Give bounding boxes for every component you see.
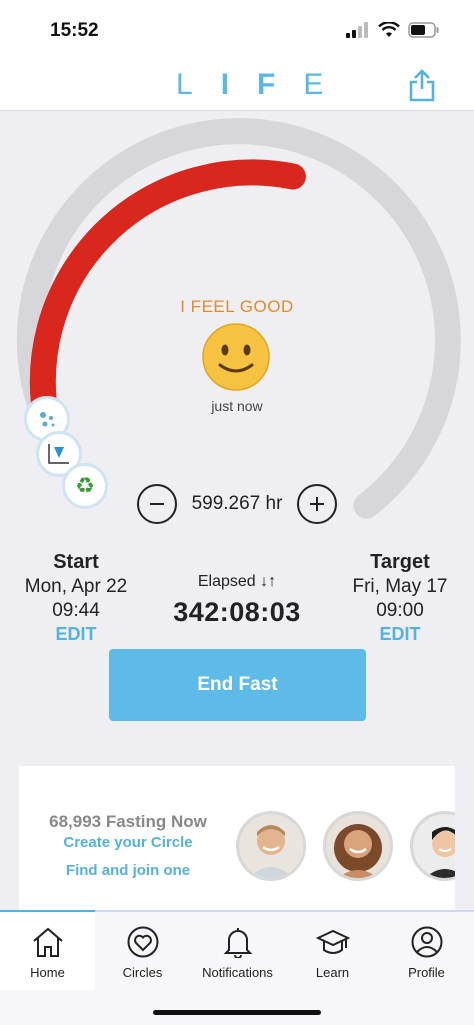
share-button[interactable]: [408, 68, 436, 102]
person-circle-icon: [411, 926, 442, 958]
signal-icon: [346, 22, 368, 38]
status-bar: 15:52: [0, 0, 474, 60]
start-column: Start Mon, Apr 22 09:44 EDIT: [14, 551, 138, 645]
logo-letter: E: [303, 68, 326, 101]
share-icon: [409, 69, 435, 102]
mood-timestamp: just now: [211, 398, 263, 414]
target-label: Target: [370, 551, 430, 573]
cells-icon: [40, 412, 55, 427]
target-time: 09:00: [376, 600, 424, 621]
bell-icon: [223, 928, 252, 959]
create-circle-link[interactable]: Create your Circle: [33, 834, 223, 851]
avatar-progress-ring: [326, 814, 390, 878]
chart-drop-icon: [48, 444, 69, 464]
tab-notifications[interactable]: Notifications: [190, 912, 285, 990]
start-time: 09:44: [52, 600, 100, 621]
avatar-progress-ring: [239, 814, 303, 878]
home-indicator: [153, 1010, 321, 1015]
target-column: Target Fri, May 17 09:00 EDIT: [338, 551, 462, 645]
tab-circles[interactable]: Circles: [95, 912, 190, 990]
hours-value: 599.267 hr: [191, 493, 283, 514]
tab-label: Learn: [315, 965, 350, 980]
elapsed-value: 342:08:03: [173, 597, 301, 627]
home-icon: [32, 927, 63, 957]
status-time: 15:52: [50, 20, 99, 41]
recycle-icon: ♻: [75, 473, 95, 498]
find-circle-link[interactable]: Find and join one: [33, 862, 223, 879]
fasting-timer-panel: ♻ I FEEL GOOD just now 599.267 hr Start …: [0, 110, 474, 911]
logo-letter: I: [220, 68, 232, 101]
end-fast-button[interactable]: End Fast: [109, 649, 366, 721]
wifi-icon: [378, 22, 400, 37]
target-date: Fri, May 17: [352, 576, 448, 597]
avatar[interactable]: [236, 811, 306, 881]
avatar-progress-ring: [413, 814, 455, 878]
logo-letter: L: [176, 68, 195, 101]
tab-learn[interactable]: Learn: [285, 912, 380, 990]
avatar[interactable]: [323, 811, 393, 881]
app-logo: L I F E: [176, 68, 325, 102]
slightly-smiling-face-icon[interactable]: [200, 321, 272, 393]
heart-circle-icon: [127, 926, 158, 958]
start-label: Start: [53, 551, 99, 573]
tab-home[interactable]: Home: [0, 912, 95, 990]
status-icons: [346, 22, 440, 38]
minus-icon: [150, 503, 164, 505]
tab-bar: Home Circles Notifications Learn Profile: [0, 910, 474, 1025]
tab-label: Notifications: [202, 965, 273, 980]
milestone-badge-autophagy[interactable]: ♻: [62, 463, 108, 509]
mood-label: I FEEL GOOD: [180, 297, 294, 316]
avatar[interactable]: [410, 811, 455, 881]
graduation-cap-icon: [315, 929, 350, 954]
elapsed-label: Elapsed ↓↑: [197, 573, 277, 590]
tab-label: Circles: [122, 965, 163, 980]
circles-card: 68,993 Fasting Now Create your Circle Fi…: [19, 766, 455, 911]
tab-label: Home: [30, 965, 65, 980]
edit-start-button[interactable]: EDIT: [14, 624, 138, 645]
decrease-hours-button[interactable]: [137, 484, 177, 524]
battery-icon: [408, 22, 439, 38]
increase-hours-button[interactable]: [296, 484, 337, 524]
edit-target-button[interactable]: EDIT: [338, 624, 462, 645]
logo-letter: F: [257, 68, 278, 101]
fasting-now-count: 68,993 Fasting Now: [49, 812, 207, 831]
start-date: Mon, Apr 22: [24, 576, 128, 597]
plus-icon: [309, 497, 324, 511]
elapsed-section[interactable]: Elapsed ↓↑ 342:08:03: [150, 573, 324, 628]
app-header: L I F E: [0, 60, 474, 110]
hours-adjuster: 599.267 hr: [137, 483, 337, 525]
progress-track: [16, 118, 461, 519]
tab-label: Profile: [408, 965, 445, 980]
tab-profile[interactable]: Profile: [379, 912, 474, 990]
